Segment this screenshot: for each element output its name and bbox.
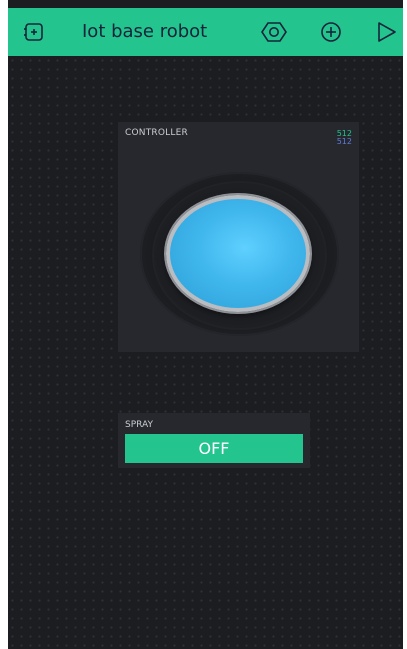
hexagon-settings-icon[interactable] — [260, 20, 288, 44]
joystick-knob[interactable] — [166, 195, 310, 312]
top-bar: Iot base robot — [8, 8, 403, 56]
spray-widget: SPRAY OFF — [118, 413, 310, 468]
spray-toggle-button[interactable]: OFF — [125, 434, 303, 463]
controller-y-value: 512 — [336, 137, 352, 146]
app-frame: Iot base robot CONTROLLER 512 512 SPRAY … — [8, 0, 403, 649]
add-widget-icon[interactable] — [319, 20, 343, 44]
spray-label: SPRAY — [125, 420, 153, 430]
play-icon[interactable] — [374, 20, 398, 44]
device-icon[interactable] — [22, 20, 46, 44]
controller-label: CONTROLLER — [125, 128, 188, 138]
controller-widget: CONTROLLER 512 512 — [118, 122, 359, 352]
project-title: Iot base robot — [82, 21, 208, 42]
